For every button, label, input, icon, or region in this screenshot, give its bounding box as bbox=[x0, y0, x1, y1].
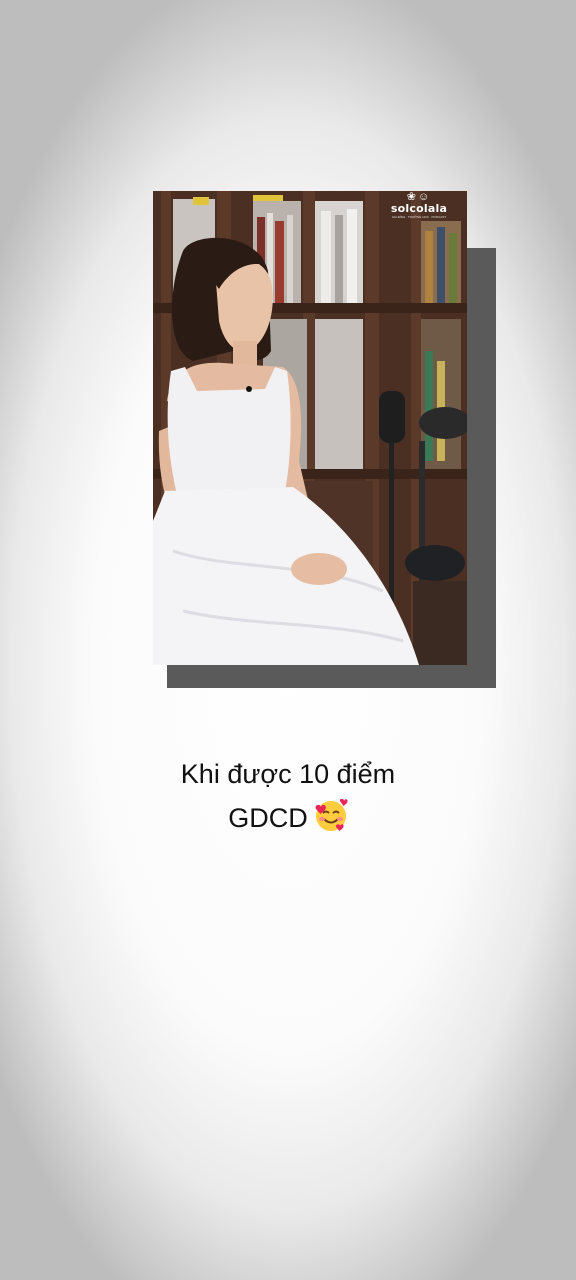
caption-line-1: Khi được 10 điểm bbox=[180, 759, 396, 789]
caption-line-2: GDCD bbox=[0, 796, 576, 846]
smiling-face-with-hearts-icon bbox=[314, 798, 348, 846]
video-frame-photo[interactable]: ❀☺ solcolala GIA ĐÌNH · TRƯỜNG HỌC · POD… bbox=[153, 191, 467, 665]
caption-line-2-text: GDCD bbox=[228, 803, 308, 833]
photo-scene bbox=[153, 191, 467, 665]
logo-tagline: GIA ĐÌNH · TRƯỜNG HỌC · PODCAST bbox=[391, 215, 447, 219]
caption-text: Khi được 10 điểm GDCD bbox=[0, 752, 576, 846]
logo-brand-text: solcolala bbox=[390, 202, 448, 215]
solcolala-logo: ❀☺ solcolala GIA ĐÌNH · TRƯỜNG HỌC · POD… bbox=[387, 191, 451, 221]
